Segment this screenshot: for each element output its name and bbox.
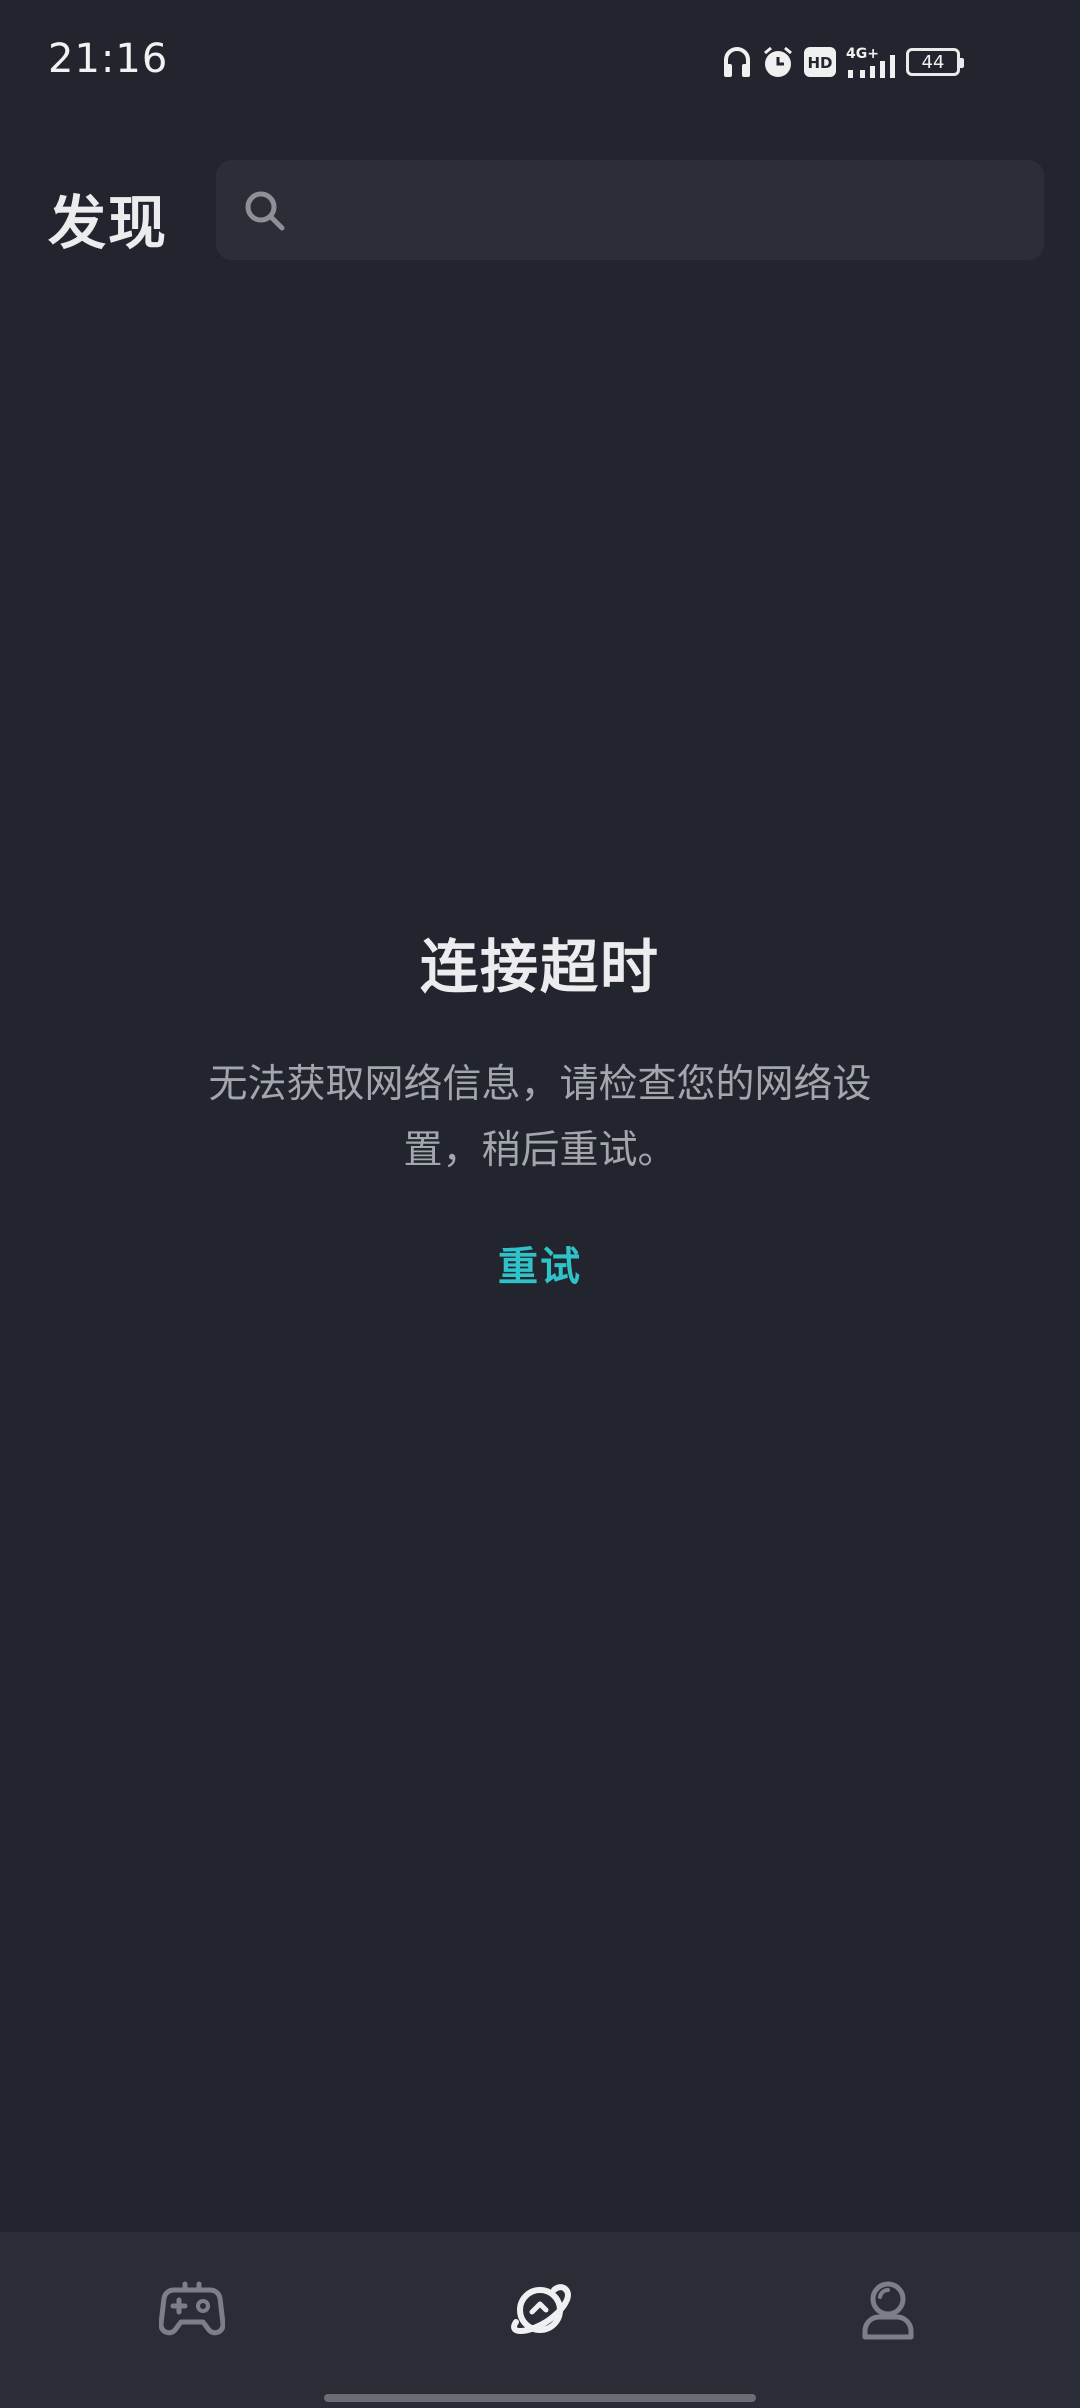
status-bar: 21:16 HD 4G+ 44 [0, 0, 1080, 120]
status-time: 21:16 [48, 36, 169, 82]
nav-item-discover[interactable] [360, 2232, 720, 2392]
error-title: 连接超时 [419, 933, 660, 1001]
search-input[interactable] [216, 160, 1044, 260]
hd-icon: HD [804, 47, 836, 77]
gamepad-icon [158, 2280, 226, 2344]
error-state: 连接超时 无法获取网络信息，请检查您的网络设置，稍后重试。 重试 [0, 920, 1080, 1292]
nav-item-games[interactable] [12, 2232, 372, 2392]
battery-icon: 44 [906, 48, 964, 76]
page-title: 发现 [48, 189, 169, 257]
status-icons: HD 4G+ 44 [722, 40, 964, 84]
signal-icon: 4G+ [846, 44, 896, 80]
planet-icon [506, 2276, 574, 2348]
bottom-nav [0, 2232, 1080, 2408]
retry-button[interactable]: 重试 [498, 1234, 582, 1292]
header: 发现 [0, 156, 1080, 262]
error-message: 无法获取网络信息，请检查您的网络设置，稍后重试。 [208, 1062, 872, 1173]
alarm-icon [762, 45, 794, 79]
nav-item-profile[interactable] [708, 2232, 1068, 2392]
network-label: 4G+ [846, 46, 879, 62]
profile-icon [860, 2279, 916, 2345]
headphones-icon [722, 45, 752, 79]
home-indicator[interactable] [324, 2394, 756, 2402]
battery-level: 44 [921, 51, 945, 73]
search-icon [242, 188, 288, 234]
hd-label: HD [807, 54, 832, 72]
discover-screen: 21:16 HD 4G+ 44 发现 连接超时 无法获取网络信息，请检查您的网络… [0, 0, 1080, 2408]
